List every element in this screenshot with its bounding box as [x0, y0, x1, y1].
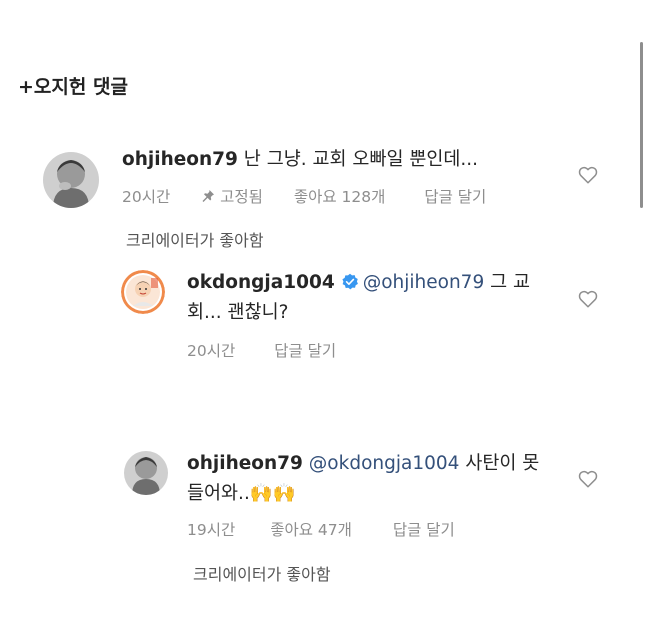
likes-count[interactable]: 좋아요 128개 — [294, 185, 386, 207]
pin-icon — [202, 190, 215, 202]
raising-hands-emoji: 🙌🙌 — [249, 483, 296, 504]
pinned-label: 고정됨 — [220, 188, 263, 206]
comment-time: 20시간 — [122, 188, 171, 206]
avatar-photo — [43, 152, 99, 208]
comment-username[interactable]: ohjiheon79 — [187, 453, 303, 474]
comments-page: +오지헌 댓글 ohjiheon79 난 그냥. 교회 오빠일 뿐인데... 2… — [0, 0, 650, 624]
avatar[interactable] — [124, 451, 168, 495]
avatar[interactable] — [43, 152, 99, 208]
comment-text: okdongja1004 @ohjiheon79 그 교 회... 괜찮니? — [187, 268, 559, 328]
heart-outline-icon[interactable] — [578, 166, 598, 184]
comment-body-line2: 회... 괜찮니? — [187, 302, 289, 323]
creator-liked-label: 크리에이터가 좋아함 — [126, 231, 264, 250]
comment-body: 그 교 — [490, 272, 531, 293]
pinned-badge: 고정됨 — [201, 185, 263, 207]
comment-mention[interactable]: @okdongja1004 — [309, 453, 460, 474]
comment-meta: 20시간 고정됨 좋아요 128개 답글 달기 — [122, 185, 486, 207]
comment-body: 난 그냥. 교회 오빠일 뿐인데... — [243, 149, 479, 170]
comment-meta: 19시간 좋아요 47개 답글 달기 — [187, 518, 455, 540]
comment-text: ohjiheon79 @okdongja1004 사탄이 못 들어와..🙌🙌 — [187, 449, 577, 509]
reply-button[interactable]: 답글 달기 — [393, 518, 455, 540]
comment-text: ohjiheon79 난 그냥. 교회 오빠일 뿐인데... — [122, 145, 582, 175]
reply-button[interactable]: 답글 달기 — [424, 185, 486, 207]
creator-liked-label: 크리에이터가 좋아함 — [193, 565, 331, 584]
comment-username[interactable]: ohjiheon79 — [122, 149, 238, 170]
heart-outline-icon[interactable] — [578, 470, 598, 488]
avatar-photo — [124, 451, 168, 495]
comment-mention[interactable]: @ohjiheon79 — [363, 272, 485, 293]
comments-header: +오지헌 댓글 — [18, 76, 128, 98]
avatar[interactable] — [121, 270, 165, 314]
scrollbar[interactable] — [640, 42, 643, 208]
comment-body: 사탄이 못 — [465, 453, 540, 474]
verified-badge-icon — [342, 273, 358, 290]
comment-body-line2: 들어와.. — [187, 483, 250, 504]
avatar-photo — [121, 270, 165, 314]
comment-time: 19시간 — [187, 521, 236, 539]
comment-time: 20시간 — [187, 342, 236, 360]
reply-button[interactable]: 답글 달기 — [274, 339, 336, 361]
comment-username[interactable]: okdongja1004 — [187, 272, 335, 293]
likes-count[interactable]: 좋아요 47개 — [270, 518, 352, 540]
heart-outline-icon[interactable] — [578, 290, 598, 308]
comment-meta: 20시간 답글 달기 — [187, 339, 336, 361]
